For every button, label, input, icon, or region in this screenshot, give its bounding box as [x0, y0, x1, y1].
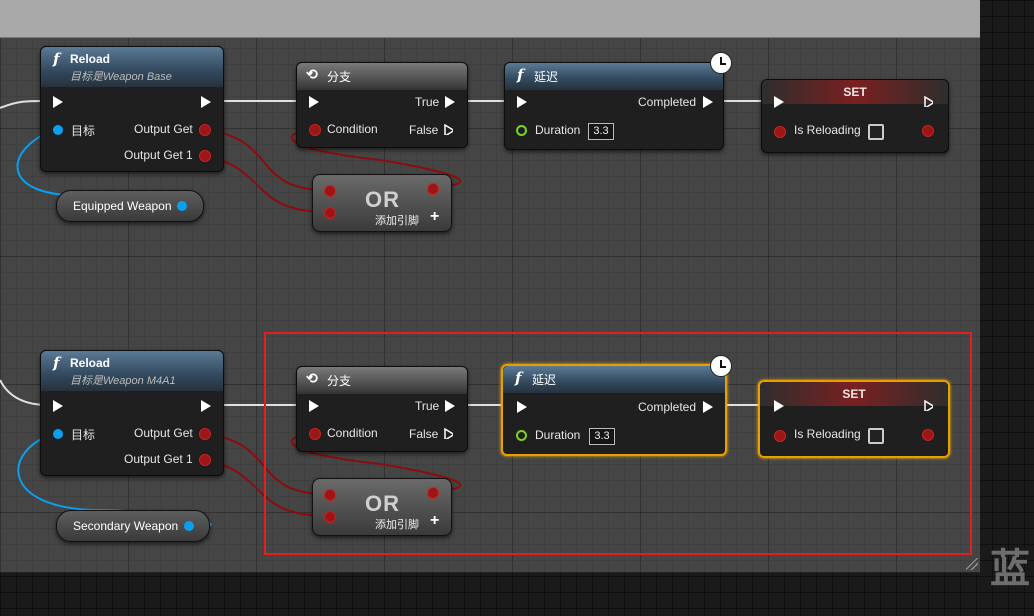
branch-icon: ⟲: [306, 66, 318, 82]
target-pin[interactable]: [53, 125, 63, 135]
exec-out-pin[interactable]: [201, 400, 211, 412]
exec-in-pin[interactable]: [53, 96, 63, 108]
or-node-top[interactable]: OR 添加引脚 +: [312, 174, 452, 232]
output-get-1-pin[interactable]: [199, 454, 211, 466]
node-subtitle: 目标是Weapon M4A1: [70, 375, 176, 387]
pin-label-target: 目标: [71, 428, 96, 442]
function-icon: f: [517, 66, 524, 84]
exec-out-pin[interactable]: [924, 96, 933, 107]
duration-pin[interactable]: [516, 125, 527, 136]
reload-node-top[interactable]: f Reload 目标是Weapon Base 目标 Output Get Ou…: [40, 46, 224, 172]
exec-in-pin[interactable]: [517, 96, 527, 108]
pin-label-output-get: Output Get: [134, 122, 193, 136]
pin-label-output-get-1: Output Get 1: [124, 452, 193, 466]
add-pin-label[interactable]: 添加引脚: [375, 212, 419, 228]
function-icon: f: [53, 354, 60, 372]
false-exec-pin[interactable]: [444, 124, 453, 135]
true-exec-pin[interactable]: [445, 96, 455, 108]
pin-label-condition: Condition: [327, 122, 378, 136]
pin-label-target: 目标: [71, 124, 96, 138]
condition-pin[interactable]: [309, 124, 321, 136]
variable-node-secondary-weapon[interactable]: Secondary Weapon: [56, 510, 210, 542]
exec-in-pin[interactable]: [53, 400, 63, 412]
variable-node-equipped-weapon[interactable]: Equipped Weapon: [56, 190, 204, 222]
pin-label-false: False: [409, 123, 439, 137]
pin-label-duration: Duration: [535, 123, 581, 137]
variable-label: Secondary Weapon: [73, 519, 179, 533]
node-header: f Reload 目标是Weapon M4A1: [41, 351, 223, 391]
pin-label-completed: Completed: [638, 95, 697, 109]
selection-highlight-box: [264, 332, 972, 555]
is-reloading-in-pin[interactable]: [774, 126, 786, 138]
output-get-pin[interactable]: [199, 428, 211, 440]
resize-grip-icon[interactable]: [966, 558, 978, 570]
pin-label-is-reloading: Is Reloading: [794, 123, 861, 137]
is-reloading-out-pin[interactable]: [922, 125, 934, 137]
target-pin[interactable]: [53, 429, 63, 439]
completed-exec-pin[interactable]: [703, 96, 713, 108]
node-subtitle: 目标是Weapon Base: [70, 71, 172, 83]
node-title: 延迟: [534, 70, 559, 84]
node-header: ⟲ 分支: [297, 63, 467, 90]
delay-node-top[interactable]: f 延迟 Completed Duration 3.3: [504, 62, 724, 150]
or-title: OR: [365, 187, 400, 212]
pin-label-output-get: Output Get: [134, 426, 193, 440]
variable-output-pin[interactable]: [184, 521, 194, 531]
duration-input[interactable]: 3.3: [588, 123, 614, 140]
node-title: SET: [762, 80, 948, 104]
variable-label: Equipped Weapon: [73, 199, 172, 213]
or-output-pin[interactable]: [427, 183, 439, 195]
or-input-a-pin[interactable]: [324, 185, 336, 197]
pin-label-output-get-1: Output Get 1: [124, 148, 193, 162]
node-header: f 延迟: [505, 63, 723, 90]
set-node-top[interactable]: SET Is Reloading: [761, 79, 949, 153]
is-reloading-checkbox[interactable]: [868, 124, 884, 140]
exec-out-pin[interactable]: [201, 96, 211, 108]
add-pin-icon[interactable]: +: [430, 208, 439, 226]
latent-clock-icon: [710, 52, 732, 74]
exec-in-pin[interactable]: [309, 96, 319, 108]
output-get-1-pin[interactable]: [199, 150, 211, 162]
exec-in-pin[interactable]: [774, 96, 784, 108]
branch-node-top[interactable]: ⟲ 分支 True Condition False: [296, 62, 468, 148]
reload-node-bottom[interactable]: f Reload 目标是Weapon M4A1 目标 Output Get Ou…: [40, 350, 224, 476]
function-icon: f: [53, 50, 60, 68]
pin-label-true: True: [415, 95, 440, 109]
node-title: 分支: [327, 70, 352, 84]
variable-output-pin[interactable]: [177, 201, 187, 211]
node-title: Reload: [70, 356, 111, 370]
node-header: f Reload 目标是Weapon Base: [41, 47, 223, 87]
or-input-b-pin[interactable]: [324, 207, 336, 219]
output-get-pin[interactable]: [199, 124, 211, 136]
node-title: Reload: [70, 52, 111, 66]
